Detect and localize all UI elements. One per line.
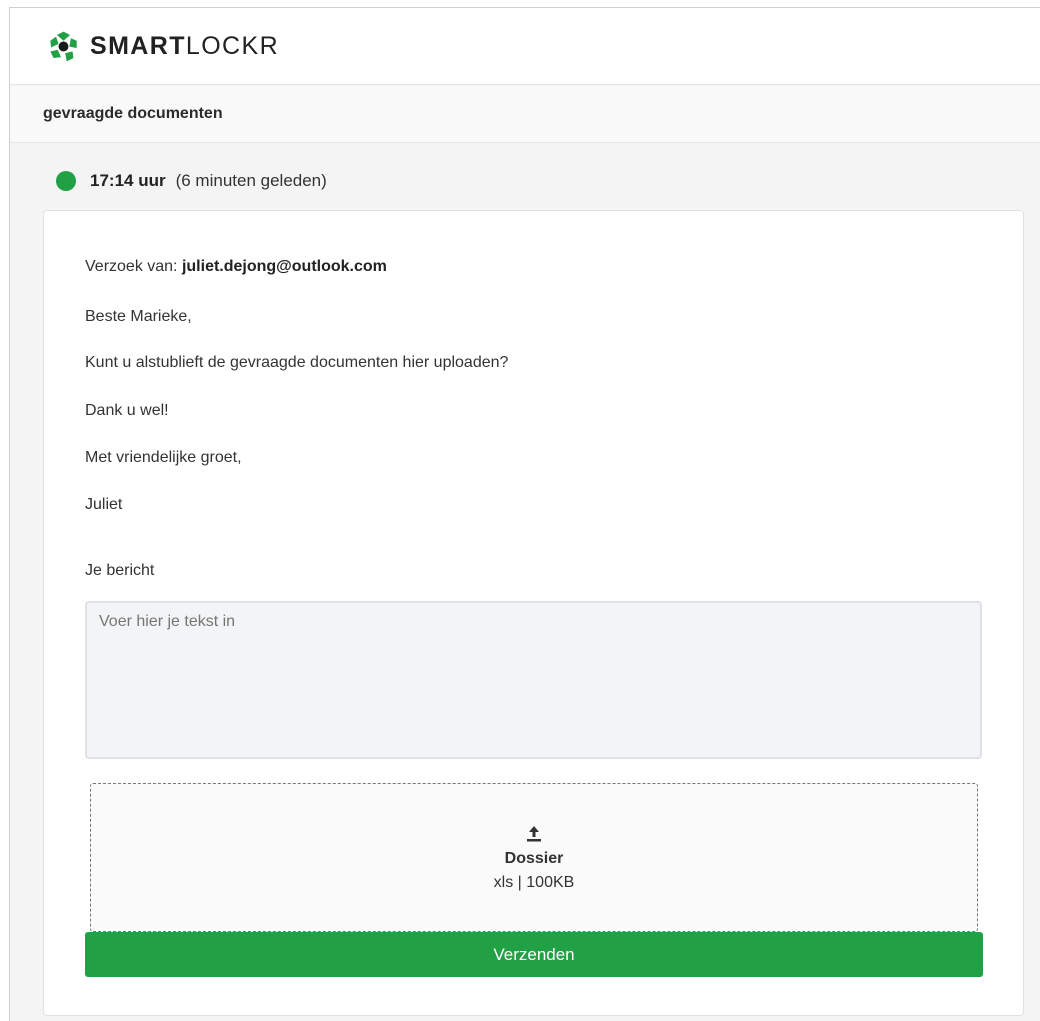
status-row: 17:14 uur (6 minuten geleden) bbox=[56, 171, 327, 191]
status-indicator-icon bbox=[56, 171, 76, 191]
message-line: Kunt u alstublieft de gevraagde document… bbox=[85, 354, 509, 371]
file-upload-dropzone[interactable]: Dossier xls | 100KB bbox=[90, 783, 978, 932]
request-card: Verzoek van: juliet.dejong@outlook.com B… bbox=[43, 210, 1024, 1016]
message-line: Met vriendelijke groet, bbox=[85, 449, 242, 466]
upload-title: Dossier bbox=[504, 849, 564, 867]
status-relative-time: (6 minuten geleden) bbox=[175, 171, 327, 190]
upload-icon bbox=[527, 825, 541, 841]
app-window: SMARTLOCKR gevraagde documenten 17:14 uu… bbox=[9, 7, 1040, 1021]
message-line: Beste Marieke, bbox=[85, 308, 192, 325]
message-line: Juliet bbox=[85, 496, 123, 513]
brand-name: SMARTLOCKR bbox=[90, 31, 280, 60]
brand-logo[interactable]: SMARTLOCKR bbox=[47, 30, 279, 63]
status-time: 17:14 uur bbox=[90, 171, 166, 190]
reply-textarea[interactable] bbox=[85, 601, 982, 759]
smartlockr-logo-icon bbox=[50, 31, 77, 61]
upload-file-requirements: xls | 100KB bbox=[493, 873, 575, 891]
send-button[interactable]: Verzenden bbox=[85, 932, 983, 977]
sender-email: juliet.dejong@outlook.com bbox=[181, 258, 387, 275]
sender-label: Verzoek van: bbox=[85, 258, 182, 275]
request-sender: Verzoek van: juliet.dejong@outlook.com bbox=[85, 258, 387, 276]
page-header: gevraagde documenten bbox=[10, 86, 1040, 143]
top-bar: SMARTLOCKR bbox=[10, 8, 1040, 85]
message-line: Dank u wel! bbox=[85, 402, 169, 419]
reply-label: Je bericht bbox=[85, 562, 155, 579]
page-title: gevraagde documenten bbox=[43, 105, 223, 122]
